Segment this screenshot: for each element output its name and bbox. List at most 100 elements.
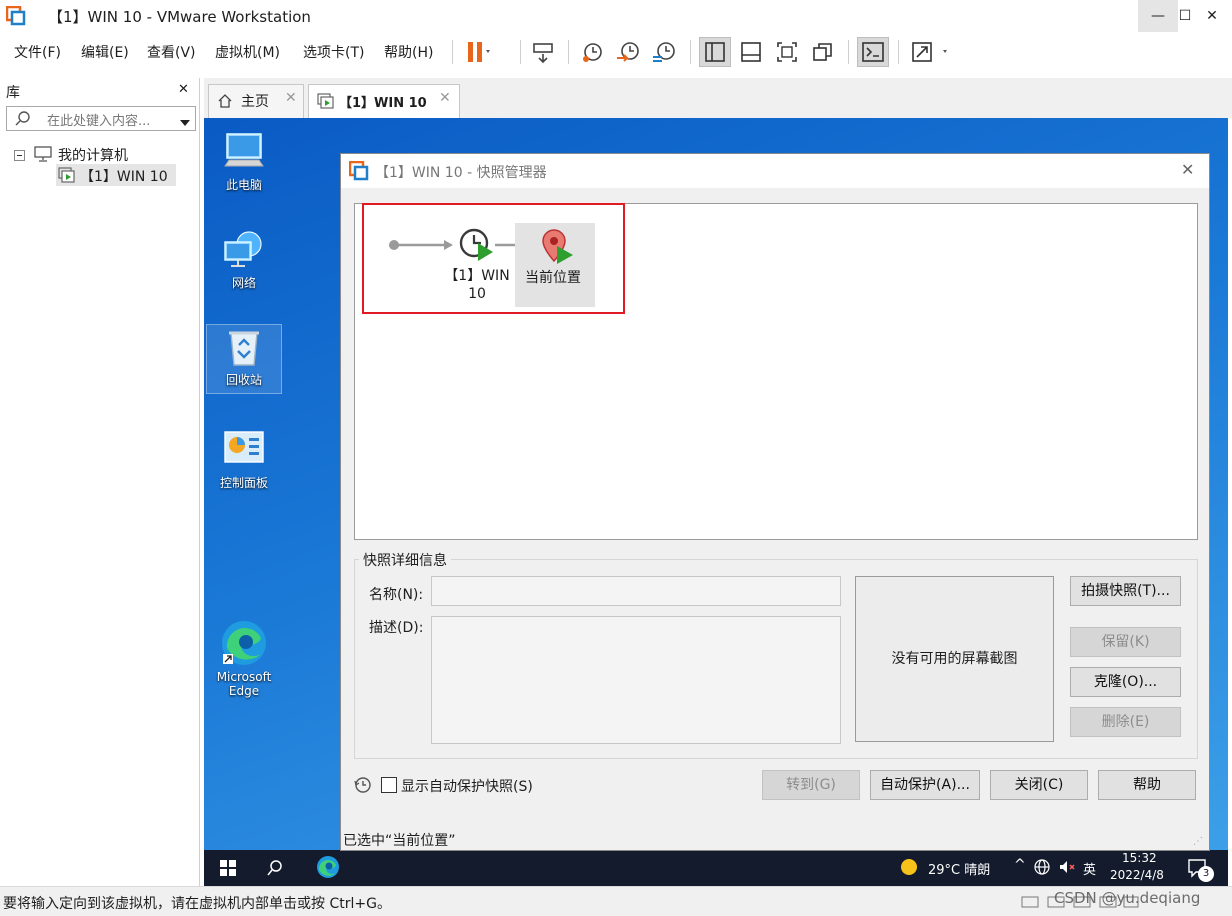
menu-tabs[interactable]: 选项卡(T) [303, 42, 364, 62]
resize-grip-icon[interactable]: ⋰ [1193, 836, 1203, 847]
snapshot-manager-icon[interactable] [649, 37, 681, 67]
tab-vm-label: 【1】WIN 10 [339, 96, 427, 111]
current-position-node[interactable]: 当前位置 [515, 223, 595, 307]
vm-icon [58, 167, 76, 187]
screenshot-preview: 没有可用的屏幕截图 [855, 576, 1054, 742]
name-field[interactable] [431, 576, 841, 606]
pause-icon[interactable] [462, 37, 494, 67]
computer-icon [34, 146, 52, 166]
show-autoprotect-label[interactable]: 显示自动保护快照(S) [401, 776, 533, 796]
desktop-icon-label: Microsoft Edge [216, 670, 272, 698]
desktop-icon-edge[interactable]: Microsoft Edge [206, 618, 282, 698]
library-search-placeholder: 在此处键入内容... [47, 114, 151, 129]
search-icon [15, 110, 31, 130]
menu-file[interactable]: 文件(F) [14, 42, 61, 62]
vm-tab-icon [317, 93, 335, 113]
menu-view[interactable]: 查看(V) [147, 42, 196, 62]
tab-strip: 主页 ✕ 【1】WIN 10 ✕ [204, 78, 1232, 118]
revert-snapshot-icon[interactable] [613, 37, 645, 67]
title-bar: 【1】WIN 10 - VMware Workstation — ☐ ✕ [0, 0, 1232, 32]
name-label: 名称(N): [369, 587, 424, 603]
dialog-close-icon[interactable]: ✕ [1181, 160, 1194, 179]
current-position-label: 当前位置 [525, 270, 581, 286]
toolbar-divider [452, 40, 453, 64]
network-icon [224, 231, 262, 267]
tree-item-vm-label: 【1】WIN 10 [80, 169, 168, 185]
weather-text[interactable]: 29°C 晴朗 [928, 859, 990, 878]
snapshot-tree[interactable]: 【1】WIN 10 当前位置 [354, 203, 1198, 540]
menu-edit[interactable]: 编辑(E) [81, 42, 129, 62]
desktop-icon-label: 此电脑 [225, 178, 262, 192]
close-button[interactable]: ✕ [1192, 0, 1232, 32]
volume-muted-icon[interactable] [1058, 859, 1076, 879]
vmware-logo-icon [5, 5, 26, 26]
autoprotect-button[interactable]: 自动保护(A)... [870, 770, 980, 800]
guest-taskbar: 29°C 晴朗 ^ 英 15:32 2022/4/8 3 [204, 850, 1228, 886]
menu-toolbar: 文件(F) 编辑(E) 查看(V) 虚拟机(M) 选项卡(T) 帮助(H) [0, 32, 1232, 74]
tab-home[interactable]: 主页 ✕ [208, 84, 304, 118]
help-button[interactable]: 帮助 [1098, 770, 1196, 800]
snapshot-clock-icon[interactable] [459, 228, 495, 266]
dialog-title-bar: 【1】WIN 10 - 快照管理器 ✕ [341, 154, 1209, 188]
collapse-icon[interactable] [14, 149, 25, 165]
library-panel: 库 ✕ 在此处键入内容... 我的计算机 【1】WIN 10 [0, 78, 200, 886]
take-snapshot-button[interactable]: 拍摄快照(T)... [1070, 576, 1181, 606]
tree-item-vm[interactable]: 【1】WIN 10 [56, 164, 176, 186]
control-panel-icon [224, 431, 264, 463]
console-view-icon[interactable] [857, 37, 889, 67]
close-icon[interactable]: ✕ [439, 90, 451, 106]
snapshot-label[interactable]: 【1】WIN 10 [441, 267, 513, 303]
toolbar-divider [520, 40, 521, 64]
description-field[interactable] [431, 616, 841, 744]
dialog-title: 【1】WIN 10 - 快照管理器 [375, 165, 547, 181]
timeline-arrow-icon [388, 239, 454, 255]
details-group-label: 快照详细信息 [359, 550, 451, 570]
watermark-text: CSDN @yu.deqiang [1054, 889, 1201, 907]
chevron-down-icon[interactable] [179, 115, 191, 131]
desktop-icon-recycle-bin[interactable]: 回收站 [206, 324, 282, 394]
edge-taskbar-icon[interactable] [315, 854, 341, 884]
desktop-icon-label: 网络 [231, 276, 256, 290]
close-icon[interactable]: ✕ [285, 90, 297, 106]
keep-button[interactable]: 保留(K) [1070, 627, 1181, 657]
window-title: 【1】WIN 10 - VMware Workstation [48, 8, 311, 26]
status-bar: 要将输入定向到该虚拟机，请在虚拟机内部单击或按 Ctrl+G。 CSDN @yu… [0, 886, 1232, 916]
library-search-input[interactable]: 在此处键入内容... [6, 106, 196, 131]
desktop-icon-control-panel[interactable]: 控制面板 [206, 428, 282, 491]
toolbar-divider [690, 40, 691, 64]
show-library-icon[interactable] [699, 37, 731, 67]
tree-root-label[interactable]: 我的计算机 [58, 145, 128, 165]
library-close-button[interactable]: ✕ [178, 82, 189, 97]
chevron-up-icon[interactable]: ^ [1014, 857, 1026, 873]
desktop-icon-network[interactable]: 网络 [206, 228, 282, 291]
tab-vm[interactable]: 【1】WIN 10 ✕ [308, 84, 460, 118]
unity-icon[interactable] [807, 37, 839, 67]
windows-start-icon[interactable] [220, 860, 236, 880]
take-snapshot-icon[interactable] [577, 37, 609, 67]
thumbnail-bar-icon[interactable] [735, 37, 767, 67]
delete-button[interactable]: 删除(E) [1070, 707, 1181, 737]
stretch-view-icon[interactable] [907, 37, 957, 67]
fullscreen-icon[interactable] [771, 37, 803, 67]
snapshot-manager-dialog: 【1】WIN 10 - 快照管理器 ✕ 【1】WIN 10 当前位置 快照详细信… [340, 153, 1210, 851]
globe-icon[interactable] [1034, 859, 1050, 879]
no-screenshot-text: 没有可用的屏幕截图 [891, 651, 1018, 667]
clone-button[interactable]: 克隆(O)... [1070, 667, 1181, 697]
ime-indicator[interactable]: 英 [1083, 859, 1096, 878]
show-autoprotect-checkbox[interactable] [381, 777, 397, 793]
search-icon[interactable] [266, 859, 284, 881]
status-text: 要将输入定向到该虚拟机，请在虚拟机内部单击或按 Ctrl+G。 [3, 896, 391, 912]
menu-vm[interactable]: 虚拟机(M) [215, 42, 280, 62]
clock-time[interactable]: 15:32 [1122, 851, 1157, 865]
this-pc-icon [224, 133, 264, 167]
description-label: 描述(D): [369, 620, 424, 636]
toolbar-divider [848, 40, 849, 64]
tab-home-label: 主页 [241, 94, 269, 110]
close-dialog-button[interactable]: 关闭(C) [990, 770, 1088, 800]
send-keys-icon[interactable] [528, 37, 560, 67]
clock-date[interactable]: 2022/4/8 [1110, 868, 1164, 882]
desktop-icon-this-pc[interactable]: 此电脑 [206, 130, 282, 193]
desktop-icon-label: 回收站 [225, 373, 262, 387]
menu-help[interactable]: 帮助(H) [384, 42, 433, 62]
goto-button[interactable]: 转到(G) [762, 770, 860, 800]
